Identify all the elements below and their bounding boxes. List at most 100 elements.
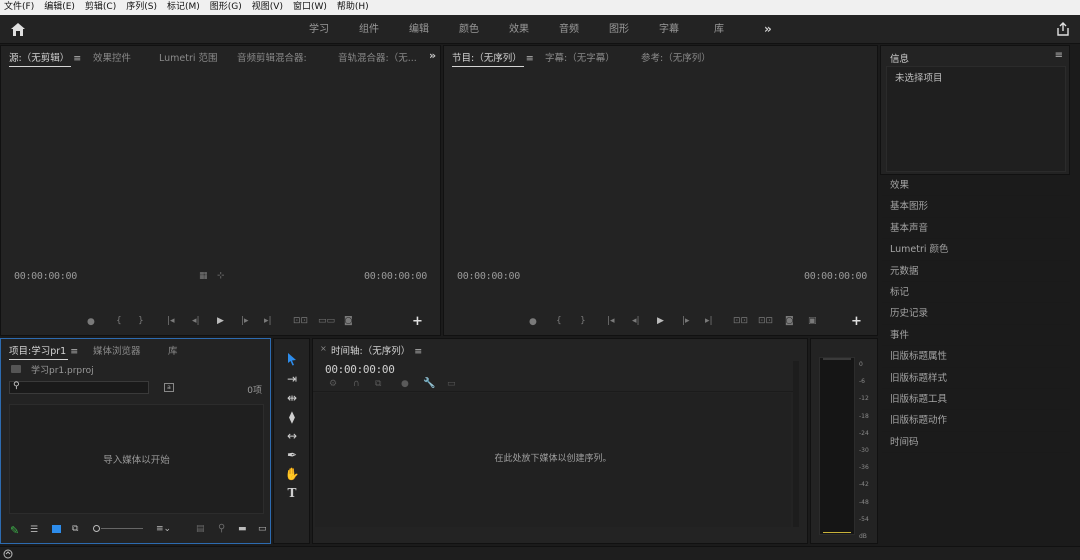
fit-icon[interactable]: ▦ (199, 271, 208, 281)
workspace-tab[interactable]: 字幕 (644, 15, 694, 44)
workspace-tab[interactable]: 组件 (344, 15, 394, 44)
panel-list-item[interactable]: 旧版标题工具 (882, 389, 1070, 411)
selection-tool-icon[interactable] (286, 352, 298, 366)
tab-program[interactable]: 节目:（无序列） ≡ (452, 50, 534, 67)
lift-icon[interactable]: ⊡⊡ (733, 316, 748, 326)
workspace-tab[interactable]: 学习 (294, 15, 344, 44)
panel-list-item[interactable]: 效果 (882, 175, 1070, 197)
go-to-in-icon[interactable]: |◂ (167, 316, 175, 326)
panel-overflow-icon[interactable]: » (429, 49, 436, 62)
play-icon[interactable]: ▶ (217, 316, 224, 326)
tab-project[interactable]: 项目:学习pr1 ≡ (9, 343, 78, 360)
home-icon[interactable] (10, 22, 26, 37)
workspace-tab[interactable]: 音频 (544, 15, 594, 44)
mark-out-icon[interactable]: } (138, 316, 144, 326)
program-timecode-in[interactable]: 00:00:00:00 (457, 271, 520, 282)
button-editor-icon[interactable]: + (412, 314, 423, 329)
panel-list-item[interactable]: Lumetri 颜色 (882, 239, 1070, 261)
tab-reference[interactable]: 参考:（无序列） (641, 50, 711, 64)
menu-item[interactable]: 帮助(H) (337, 0, 369, 15)
find-icon[interactable]: ⚲ (218, 523, 225, 534)
pencil-icon[interactable]: ✎ (10, 524, 19, 537)
step-forward-icon[interactable]: |▸ (241, 316, 249, 326)
snap-icon[interactable]: ∩ (353, 379, 360, 389)
icon-view-icon[interactable] (52, 525, 61, 533)
comparison-view-icon[interactable]: ▣ (808, 316, 817, 326)
workspace-tab[interactable]: 库 (694, 15, 744, 44)
zoom-slider-handle[interactable] (93, 525, 100, 532)
panel-list-item[interactable]: 基本声音 (882, 218, 1070, 240)
close-icon[interactable]: × (320, 344, 327, 353)
tab-info[interactable]: 信息 (890, 51, 909, 65)
tab-audio-track-mixer[interactable]: 音轨混合器:（无... (338, 50, 417, 64)
timeline-timecode[interactable]: 00:00:00:00 (325, 363, 395, 376)
menu-item[interactable]: 文件(F) (4, 0, 34, 15)
captions-icon[interactable]: ▭ (447, 379, 456, 389)
mark-out-icon[interactable]: } (580, 316, 586, 326)
add-marker-icon[interactable]: ● (529, 317, 537, 327)
extract-icon[interactable]: ⊡⊡ (758, 316, 773, 326)
workspace-tab[interactable]: 颜色 (444, 15, 494, 44)
tab-media-browser[interactable]: 媒体浏览器 (93, 343, 141, 357)
panel-list-item[interactable]: 历史记录 (882, 303, 1070, 325)
play-icon[interactable]: ▶ (657, 316, 664, 326)
go-to-out-icon[interactable]: ▸| (264, 316, 272, 326)
type-tool-icon[interactable]: T (284, 486, 300, 500)
menu-item[interactable]: 标记(M) (167, 0, 200, 15)
pen-tool-icon[interactable]: ✒ (284, 448, 300, 462)
automate-icon[interactable]: ▤ (196, 524, 205, 534)
ripple-edit-tool-icon[interactable]: ⇹ (284, 391, 300, 405)
workspace-tab[interactable]: 图形 (594, 15, 644, 44)
panel-list-item[interactable]: 旧版标题动作 (882, 410, 1070, 432)
add-marker-icon[interactable]: ● (401, 379, 409, 389)
new-item-icon[interactable]: ▭ (258, 524, 267, 534)
tab-effect-controls[interactable]: 效果控件 (93, 50, 131, 64)
panel-list-item[interactable]: 旧版标题属性 (882, 346, 1070, 368)
workspace-tab[interactable]: 效果 (494, 15, 544, 44)
panel-list-item[interactable]: 时间码 (882, 432, 1070, 454)
mark-in-icon[interactable]: { (556, 316, 562, 326)
tab-captions[interactable]: 字幕:（无字幕） (545, 50, 615, 64)
tab-libraries[interactable]: 库 (168, 343, 178, 357)
zoom-slider-track[interactable] (101, 528, 143, 529)
panel-list-item[interactable]: 旧版标题样式 (882, 368, 1070, 389)
project-drop-area[interactable]: 导入媒体以开始 (9, 404, 264, 514)
tab-source[interactable]: 源:（无剪辑） ≡ (9, 50, 81, 67)
source-timecode-in[interactable]: 00:00:00:00 (14, 271, 77, 282)
add-marker-icon[interactable]: ● (87, 317, 95, 327)
linked-selection-icon[interactable]: ⧉ (375, 379, 381, 389)
sort-icon[interactable]: ≡⌄ (156, 524, 171, 534)
nest-icon[interactable]: ⚙ (329, 379, 337, 389)
timeline-scrollbar[interactable] (793, 361, 799, 527)
insert-icon[interactable]: ⊡⊡ (293, 316, 308, 326)
menu-item[interactable]: 视图(V) (252, 0, 283, 15)
go-to-out-icon[interactable]: ▸| (705, 316, 713, 326)
workspace-tab[interactable]: 编辑 (394, 15, 444, 44)
new-bin-icon[interactable]: a (164, 383, 174, 392)
go-to-in-icon[interactable]: |◂ (607, 316, 615, 326)
project-search-input[interactable]: ⚲ (9, 381, 149, 394)
menu-item[interactable]: 序列(S) (126, 0, 157, 15)
share-icon[interactable] (1056, 22, 1070, 36)
settings-icon[interactable]: ⊹ (217, 271, 225, 281)
panel-list-item[interactable]: 标记 (882, 282, 1070, 304)
panel-list-item[interactable]: 事件 (882, 325, 1070, 347)
menu-item[interactable]: 编辑(E) (44, 0, 75, 15)
freeform-view-icon[interactable]: ⧉ (72, 524, 78, 534)
workspace-more-button[interactable]: » (764, 15, 772, 43)
list-view-icon[interactable]: ☰ (30, 525, 38, 535)
new-bin-icon[interactable]: ▬ (238, 524, 247, 534)
camera-icon[interactable]: ◙ (785, 316, 794, 326)
tab-audio-clip-mixer[interactable]: 音频剪辑混合器: (237, 50, 307, 64)
wrench-icon[interactable]: 🔧 (423, 378, 435, 389)
slip-tool-icon[interactable]: ↔ (284, 429, 300, 443)
overwrite-icon[interactable]: ▭▭ (318, 316, 335, 326)
panel-list-item[interactable]: 元数据 (882, 261, 1070, 282)
menu-item[interactable]: 剪辑(C) (85, 0, 116, 15)
timeline-drop-area[interactable]: 在此处放下媒体以创建序列。 (315, 393, 791, 527)
panel-menu-icon[interactable]: ≡ (1055, 50, 1063, 61)
track-select-tool-icon[interactable]: ⇥ (284, 372, 300, 386)
mark-in-icon[interactable]: { (116, 316, 122, 326)
hand-tool-icon[interactable]: ✋ (284, 467, 300, 481)
step-forward-icon[interactable]: |▸ (682, 316, 690, 326)
